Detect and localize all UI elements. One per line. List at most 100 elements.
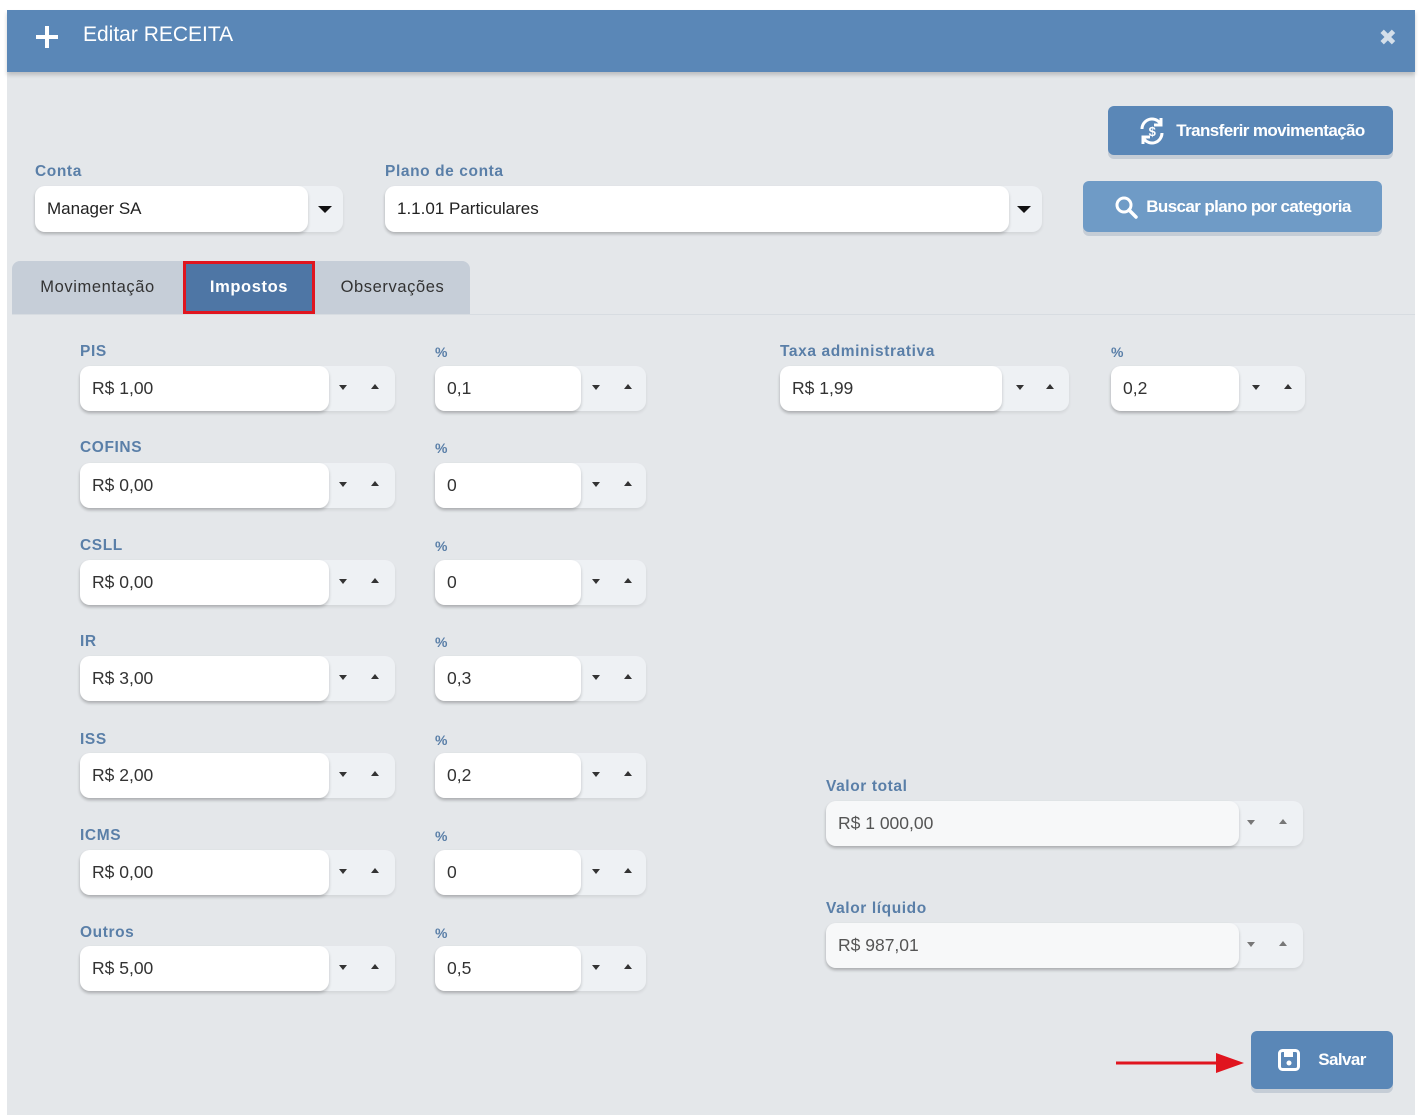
increment-icon[interactable] bbox=[624, 384, 632, 389]
iss-label: ISS bbox=[80, 731, 107, 748]
increment-icon[interactable] bbox=[624, 771, 632, 776]
ir-pct-stepper[interactable]: 0,3 bbox=[435, 656, 646, 701]
csll-pct-label: % bbox=[435, 538, 449, 554]
taxa-admin-pct-stepper[interactable]: 0,2 bbox=[1111, 366, 1305, 411]
increment-icon[interactable] bbox=[371, 964, 379, 969]
icms-pct-stepper[interactable]: 0 bbox=[435, 850, 646, 895]
transferir-label: Transferir movimentação bbox=[1176, 120, 1365, 140]
decrement-icon[interactable] bbox=[592, 385, 600, 390]
outros-value-stepper[interactable]: R$ 5,00 bbox=[80, 946, 395, 991]
buscar-plano-button[interactable]: Buscar plano por categoria bbox=[1083, 181, 1382, 232]
icms-value-stepper[interactable]: R$ 0,00 bbox=[80, 850, 395, 895]
increment-icon[interactable] bbox=[371, 674, 379, 679]
taxa-admin-value[interactable]: R$ 1,99 bbox=[780, 366, 1002, 411]
cofins-value[interactable]: R$ 0,00 bbox=[80, 463, 329, 508]
conta-select[interactable]: Manager SA bbox=[35, 186, 343, 232]
taxa-admin-pct-value[interactable]: 0,2 bbox=[1111, 366, 1239, 411]
increment-icon[interactable] bbox=[371, 481, 379, 486]
taxa-admin-label: Taxa administrativa bbox=[780, 343, 935, 360]
outros-value[interactable]: R$ 5,00 bbox=[80, 946, 329, 991]
icms-value[interactable]: R$ 0,00 bbox=[80, 850, 329, 895]
close-icon[interactable]: ✖ bbox=[1379, 27, 1397, 49]
taxa-admin-pct-label: % bbox=[1111, 344, 1125, 360]
cofins-pct-label: % bbox=[435, 440, 449, 456]
icms-pct-value[interactable]: 0 bbox=[435, 850, 581, 895]
increment-icon[interactable] bbox=[371, 384, 379, 389]
pis-value[interactable]: R$ 1,00 bbox=[80, 366, 329, 411]
csll-value[interactable]: R$ 0,00 bbox=[80, 560, 329, 605]
buscar-label: Buscar plano por categoria bbox=[1146, 196, 1351, 216]
increment-icon[interactable] bbox=[371, 771, 379, 776]
decrement-icon[interactable] bbox=[339, 869, 347, 874]
cofins-label: COFINS bbox=[80, 439, 143, 456]
csll-pct-value[interactable]: 0 bbox=[435, 560, 581, 605]
transfer-icon: $ bbox=[1136, 115, 1168, 147]
salvar-button[interactable]: Salvar bbox=[1251, 1031, 1393, 1089]
iss-value-stepper[interactable]: R$ 2,00 bbox=[80, 753, 395, 798]
tab-observacoes[interactable]: Observações bbox=[315, 261, 470, 314]
taxa-admin-value-stepper[interactable]: R$ 1,99 bbox=[780, 366, 1069, 411]
increment-icon[interactable] bbox=[624, 674, 632, 679]
csll-pct-stepper[interactable]: 0 bbox=[435, 560, 646, 605]
cofins-value-stepper[interactable]: R$ 0,00 bbox=[80, 463, 395, 508]
chevron-down-icon[interactable] bbox=[1017, 206, 1031, 213]
decrement-icon[interactable] bbox=[592, 869, 600, 874]
increment-icon[interactable] bbox=[371, 868, 379, 873]
valor-liquido-value: R$ 987,01 bbox=[826, 923, 1239, 968]
ir-value-stepper[interactable]: R$ 3,00 bbox=[80, 656, 395, 701]
outros-pct-value[interactable]: 0,5 bbox=[435, 946, 581, 991]
cofins-pct-value[interactable]: 0 bbox=[435, 463, 581, 508]
iss-value[interactable]: R$ 2,00 bbox=[80, 753, 329, 798]
decrement-icon bbox=[1247, 820, 1255, 825]
increment-icon[interactable] bbox=[624, 868, 632, 873]
plano-select[interactable]: 1.1.01 Particulares bbox=[385, 186, 1042, 232]
outros-pct-label: % bbox=[435, 925, 449, 941]
ir-value[interactable]: R$ 3,00 bbox=[80, 656, 329, 701]
ir-pct-label: % bbox=[435, 634, 449, 650]
decrement-icon[interactable] bbox=[592, 675, 600, 680]
increment-icon[interactable] bbox=[624, 964, 632, 969]
increment-icon[interactable] bbox=[624, 481, 632, 486]
increment-icon[interactable] bbox=[1284, 384, 1292, 389]
valor-total-label: Valor total bbox=[826, 778, 908, 795]
decrement-icon[interactable] bbox=[592, 579, 600, 584]
decrement-icon[interactable] bbox=[339, 675, 347, 680]
pis-pct-label: % bbox=[435, 344, 449, 360]
decrement-icon[interactable] bbox=[592, 772, 600, 777]
iss-pct-value[interactable]: 0,2 bbox=[435, 753, 581, 798]
pis-value-stepper[interactable]: R$ 1,00 bbox=[80, 366, 395, 411]
pis-label: PIS bbox=[80, 343, 107, 360]
increment-icon[interactable] bbox=[624, 578, 632, 583]
pis-pct-value[interactable]: 0,1 bbox=[435, 366, 581, 411]
decrement-icon[interactable] bbox=[339, 965, 347, 970]
plano-value: 1.1.01 Particulares bbox=[385, 186, 1009, 232]
valor-total-value: R$ 1 000,00 bbox=[826, 801, 1239, 846]
outros-pct-stepper[interactable]: 0,5 bbox=[435, 946, 646, 991]
plus-icon bbox=[36, 26, 58, 48]
decrement-icon[interactable] bbox=[1252, 385, 1260, 390]
decrement-icon[interactable] bbox=[592, 965, 600, 970]
tab-impostos[interactable]: Impostos bbox=[183, 261, 315, 314]
transferir-movimentacao-button[interactable]: $ Transferir movimentação bbox=[1108, 106, 1393, 155]
increment-icon[interactable] bbox=[1046, 384, 1054, 389]
tab-movimentacao[interactable]: Movimentação bbox=[12, 261, 183, 314]
increment-icon[interactable] bbox=[371, 578, 379, 583]
valor-total-field: R$ 1 000,00 bbox=[826, 801, 1303, 846]
chevron-down-icon[interactable] bbox=[318, 206, 332, 213]
valor-liquido-field: R$ 987,01 bbox=[826, 923, 1303, 968]
iss-pct-stepper[interactable]: 0,2 bbox=[435, 753, 646, 798]
ir-label: IR bbox=[80, 633, 97, 650]
cofins-pct-stepper[interactable]: 0 bbox=[435, 463, 646, 508]
pis-pct-stepper[interactable]: 0,1 bbox=[435, 366, 646, 411]
decrement-icon[interactable] bbox=[339, 482, 347, 487]
outros-label: Outros bbox=[80, 924, 135, 941]
red-arrow-annotation bbox=[1116, 1053, 1244, 1073]
decrement-icon[interactable] bbox=[1016, 385, 1024, 390]
tab-bar: Movimentação Impostos Observações bbox=[12, 261, 1415, 315]
csll-value-stepper[interactable]: R$ 0,00 bbox=[80, 560, 395, 605]
decrement-icon[interactable] bbox=[592, 482, 600, 487]
decrement-icon[interactable] bbox=[339, 579, 347, 584]
decrement-icon[interactable] bbox=[339, 772, 347, 777]
decrement-icon[interactable] bbox=[339, 385, 347, 390]
ir-pct-value[interactable]: 0,3 bbox=[435, 656, 581, 701]
